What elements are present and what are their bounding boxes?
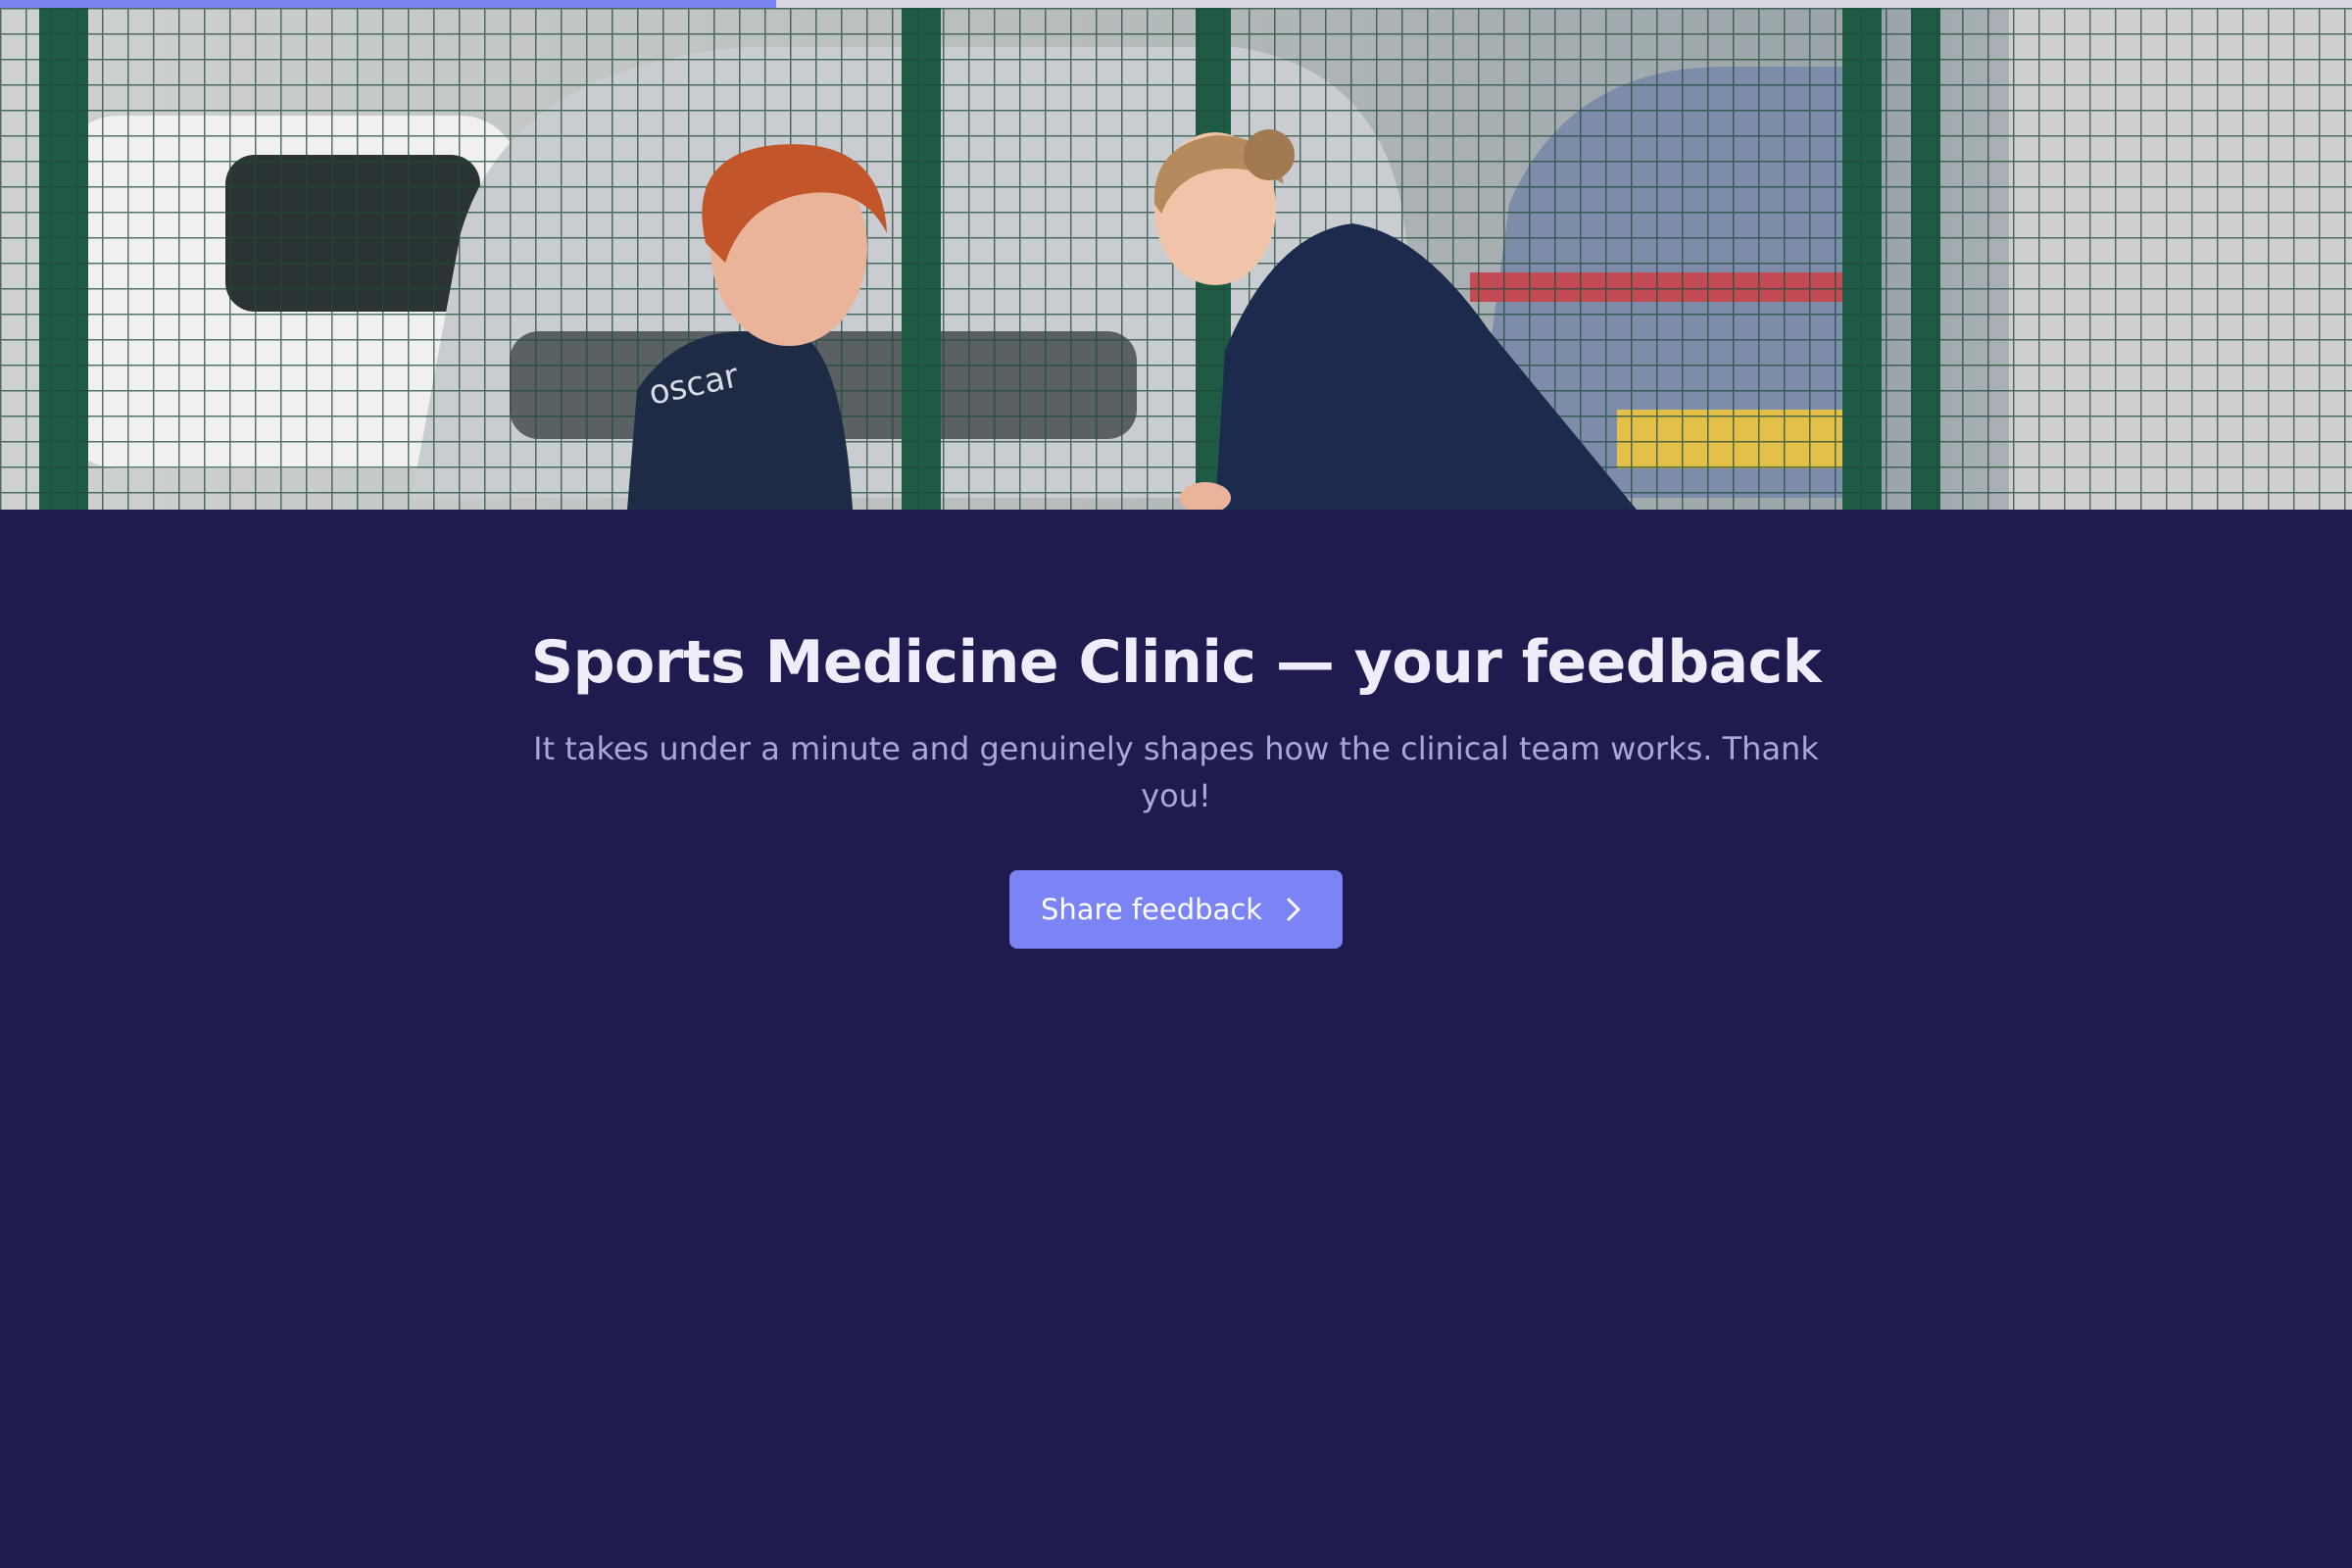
share-feedback-label: Share feedback — [1040, 893, 1263, 926]
hero-photo: oscar — [0, 8, 2352, 510]
chevron-right-icon — [1287, 898, 1300, 921]
share-feedback-button[interactable]: Share feedback — [1008, 870, 1344, 949]
page-subtitle: It takes under a minute and genuinely sh… — [533, 730, 1819, 814]
hero-image: oscar — [0, 8, 2352, 510]
page-title: Sports Medicine Clinic — your feedback — [530, 628, 1822, 697]
feedback-page: oscar Sports Medicine Clinic — your feed… — [0, 0, 2352, 1568]
progress-bar — [0, 0, 2352, 8]
progress-fill — [0, 0, 776, 8]
main-content: Sports Medicine Clinic — your feedback I… — [0, 510, 2352, 949]
